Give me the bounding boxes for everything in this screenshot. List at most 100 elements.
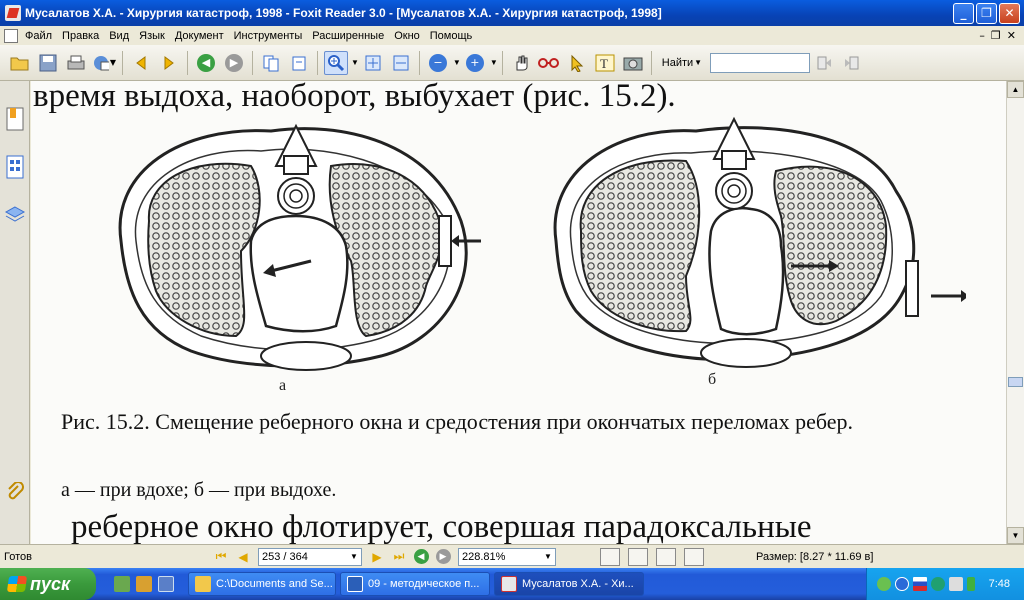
document-icon[interactable] [4,28,18,43]
document-view[interactable]: время выдоха, наоборот, выбухает (рис. 1… [31,81,1006,544]
start-button[interactable]: пуск [0,568,96,600]
zoom-out-icon[interactable]: − [426,51,450,75]
page-number-field[interactable]: 253 / 364 ▼ [258,547,362,566]
rotate-icon[interactable] [287,51,311,75]
status-ready: Готов [4,550,32,563]
zoom-in-icon[interactable]: + [463,51,487,75]
doc-minimize-button[interactable]: – [979,29,985,42]
doc-restore-button[interactable]: ❐ [991,29,1001,42]
open-icon[interactable] [8,51,32,75]
select-tool-icon[interactable] [565,51,589,75]
find-label: Найти [661,56,694,69]
menu-file[interactable]: Файл [20,30,57,42]
page-number-value: 253 / 364 [262,550,308,563]
text-select-icon[interactable]: T [593,51,617,75]
toolbar: ▼ ◀ ▶ ▼ − ▼ + ▼ T Найти ▼ [0,45,1024,81]
figure-subcaption: а — при вдохе; б — при выдохе. [61,479,337,501]
status-bar: Готов ⏮ ◀ 253 / 364 ▼ ▶ ⏭ ◀ ▶ 228.81% ▼ … [0,544,1024,568]
scroll-up-button[interactable]: ▲ [1007,81,1024,98]
folder-icon [195,576,211,592]
window-title: Мусалатов Х.А. - Хирургия катастроф, 199… [25,6,662,20]
taskbar: пуск C:\Documents and Se... 09 - методич… [0,568,1024,600]
next-view-icon[interactable] [157,51,181,75]
maximize-button[interactable]: ❐ [976,2,997,24]
page-text-bottom: реберное окно флотирует, совершая парадо… [71,509,812,544]
snapshot-icon[interactable] [621,51,645,75]
figure-a-illustration [118,123,481,371]
previous-page-icon[interactable]: ◀ [232,548,254,566]
hand-tool-icon[interactable] [509,51,533,75]
quicklaunch-app-icon[interactable] [136,576,152,592]
tray-network-icon[interactable] [877,577,891,591]
single-page-view-icon[interactable] [600,547,620,566]
extract-icon[interactable] [259,51,283,75]
tray-language-icon[interactable] [913,577,927,591]
task-word[interactable]: 09 - методическое п... [340,572,490,596]
loupe-icon[interactable] [537,51,561,75]
layers-icon[interactable] [3,201,27,229]
tray-security-icon[interactable] [895,577,909,591]
menu-tools[interactable]: Инструменты [229,30,308,42]
find-options-dropdown[interactable]: ▼ [694,58,702,67]
continuous-view-icon[interactable] [628,547,648,566]
email-icon[interactable]: ▼ [92,51,116,75]
bookmarks-icon[interactable] [3,105,27,133]
minimize-button[interactable]: _ [953,2,974,24]
menu-document[interactable]: Документ [170,30,229,42]
menu-help[interactable]: Помощь [425,30,478,42]
quicklaunch-network-icon[interactable] [114,576,130,592]
show-desktop-icon[interactable] [158,576,174,592]
system-tray: 7:48 [866,568,1024,600]
scroll-down-button[interactable]: ▼ [1007,527,1024,544]
attachments-icon[interactable] [3,479,27,507]
tray-volume-icon[interactable] [949,577,963,591]
fit-page-icon[interactable] [361,51,385,75]
zoom-dropdown-icon[interactable]: ▼ [541,552,555,561]
menu-edit[interactable]: Правка [57,30,104,42]
word-icon [347,576,363,592]
navigation-panel [0,81,30,544]
menu-advanced[interactable]: Расширенные [307,30,389,42]
svg-text:T: T [600,56,608,71]
continuous-facing-view-icon[interactable] [684,547,704,566]
tray-app-icon[interactable] [931,577,945,591]
task-foxit[interactable]: Мусалатов Х.А. - Хи... [494,572,644,596]
go-forward-icon[interactable]: ▶ [432,548,454,566]
zoom-field[interactable]: 228.81% ▼ [458,547,556,566]
doc-close-button[interactable]: ✕ [1007,29,1016,42]
go-back-icon[interactable]: ◀ [410,548,432,566]
fit-width-icon[interactable] [389,51,413,75]
first-page-icon[interactable]: ⏮ [210,548,232,566]
foxit-app-icon[interactable] [5,5,21,21]
print-icon[interactable] [64,51,88,75]
figure-label-a: а [279,377,287,394]
previous-view-icon[interactable] [129,51,153,75]
figure-caption: Рис. 15.2. Смещение реберного окна и сре… [61,409,853,434]
find-input[interactable] [710,52,811,73]
tray-battery-icon[interactable] [967,577,975,591]
zoom-value: 228.81% [462,550,506,563]
find-prev-icon[interactable] [812,51,836,75]
menu-language[interactable]: Язык [134,30,170,42]
forward-icon[interactable]: ▶ [222,51,246,75]
scroll-thumb[interactable] [1008,377,1023,387]
menu-view[interactable]: Вид [104,30,134,42]
task-explorer[interactable]: C:\Documents and Se... [188,572,336,596]
find-next-icon[interactable] [840,51,864,75]
figure-label-b: б [708,371,717,388]
title-bar: Мусалатов Х.А. - Хирургия катастроф, 199… [0,0,1024,26]
back-icon[interactable]: ◀ [194,51,218,75]
task-explorer-label: C:\Documents and Se... [216,578,333,590]
thumbnails-icon[interactable] [3,153,27,181]
next-page-icon[interactable]: ▶ [366,548,388,566]
page-dropdown-icon[interactable]: ▼ [347,552,361,561]
close-button[interactable]: ✕ [999,2,1020,24]
clock: 7:48 [988,578,1010,590]
start-label: пуск [30,573,71,594]
facing-view-icon[interactable] [656,547,676,566]
vertical-scrollbar[interactable]: ▲ ▼ [1006,81,1024,544]
zoom-in-tool-icon[interactable] [324,50,348,75]
menu-window[interactable]: Окно [389,30,425,42]
last-page-icon[interactable]: ⏭ [388,548,410,566]
save-icon[interactable] [36,51,60,75]
